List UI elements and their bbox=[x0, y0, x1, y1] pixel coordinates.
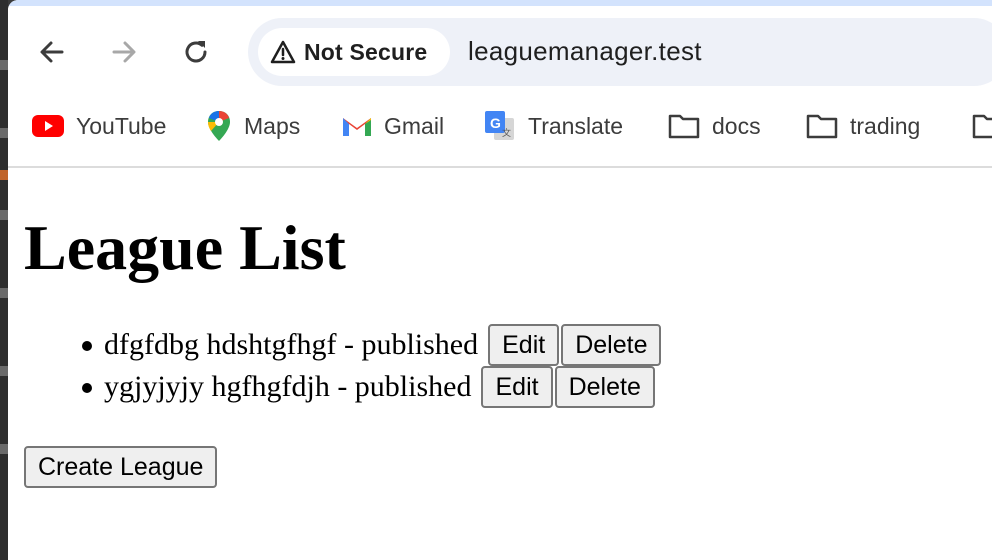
list-item: dfgfdbg hdshtgfhgf - published Edit Dele… bbox=[64, 324, 662, 366]
delete-button[interactable]: Delete bbox=[561, 324, 662, 366]
desktop-edge-mark bbox=[0, 288, 8, 298]
security-label: Not Secure bbox=[304, 38, 428, 65]
desktop-edge-mark bbox=[0, 60, 8, 70]
back-arrow-icon bbox=[40, 41, 64, 63]
bookmark-maps[interactable]: Maps bbox=[206, 108, 300, 144]
desktop-edge-mark bbox=[0, 444, 8, 454]
desktop-edge bbox=[0, 0, 8, 560]
desktop-edge-mark bbox=[0, 128, 8, 138]
page-content: League List dfgfdbg hdshtgfhgf - publish… bbox=[8, 168, 992, 560]
address-bar[interactable]: Not Secure leaguemanager.test bbox=[248, 18, 992, 86]
bookmark-folder-docs[interactable]: docs bbox=[668, 108, 761, 144]
bookmark-label: Gmail bbox=[384, 112, 445, 139]
reload-icon bbox=[185, 41, 207, 63]
bookmark-label: trading bbox=[850, 112, 921, 139]
maps-icon bbox=[208, 111, 230, 141]
svg-text:文: 文 bbox=[502, 127, 511, 139]
warning-icon bbox=[270, 40, 296, 64]
url-text[interactable]: leaguemanager.test bbox=[468, 36, 702, 67]
create-league-button[interactable]: Create League bbox=[24, 446, 218, 488]
delete-button[interactable]: Delete bbox=[554, 366, 655, 408]
security-chip[interactable]: Not Secure bbox=[258, 28, 450, 76]
forward-button[interactable] bbox=[104, 32, 144, 72]
bookmark-label: Translate bbox=[528, 112, 624, 139]
forward-arrow-icon bbox=[112, 41, 136, 63]
bookmark-folder-overflow[interactable] bbox=[972, 108, 992, 144]
bookmark-youtube[interactable]: YouTube bbox=[32, 108, 166, 144]
folder-icon bbox=[668, 114, 700, 139]
folder-icon bbox=[806, 114, 838, 139]
bookmark-label: docs bbox=[712, 112, 761, 139]
bookmark-label: Maps bbox=[244, 112, 301, 139]
browser-toolbar: Not Secure leaguemanager.test bbox=[8, 6, 992, 98]
bookmarks-bar: YouTube Maps Gmail G 文 Translate docs tr… bbox=[8, 98, 992, 168]
gmail-icon bbox=[343, 118, 371, 136]
page-title: League List bbox=[24, 212, 346, 283]
bookmark-label: YouTube bbox=[76, 112, 167, 139]
bullet-icon bbox=[82, 341, 92, 351]
desktop-edge-mark bbox=[0, 210, 8, 220]
league-list: dfgfdbg hdshtgfhgf - published Edit Dele… bbox=[64, 324, 662, 408]
bookmark-folder-trading[interactable]: trading bbox=[806, 108, 920, 144]
bookmark-translate[interactable]: G 文 Translate bbox=[484, 108, 623, 144]
edit-button[interactable]: Edit bbox=[488, 324, 560, 366]
bookmark-gmail[interactable]: Gmail bbox=[342, 108, 444, 144]
youtube-icon bbox=[32, 115, 64, 137]
svg-text:G: G bbox=[490, 115, 501, 131]
browser-window: Not Secure leaguemanager.test YouTube Ma… bbox=[8, 0, 992, 560]
league-item-text: dfgfdbg hdshtgfhgf - published bbox=[104, 328, 479, 361]
desktop-edge-mark bbox=[0, 170, 8, 180]
desktop-edge-mark bbox=[0, 366, 8, 376]
reload-button[interactable] bbox=[176, 32, 216, 72]
league-item-text: ygjyjyjy hgfhgfdjh - published bbox=[104, 370, 472, 403]
bullet-icon bbox=[82, 383, 92, 393]
folder-icon bbox=[972, 114, 992, 139]
back-button[interactable] bbox=[32, 32, 72, 72]
list-item: ygjyjyjy hgfhgfdjh - published Edit Dele… bbox=[64, 366, 661, 408]
edit-button[interactable]: Edit bbox=[481, 366, 553, 408]
translate-icon: G 文 bbox=[485, 111, 514, 140]
